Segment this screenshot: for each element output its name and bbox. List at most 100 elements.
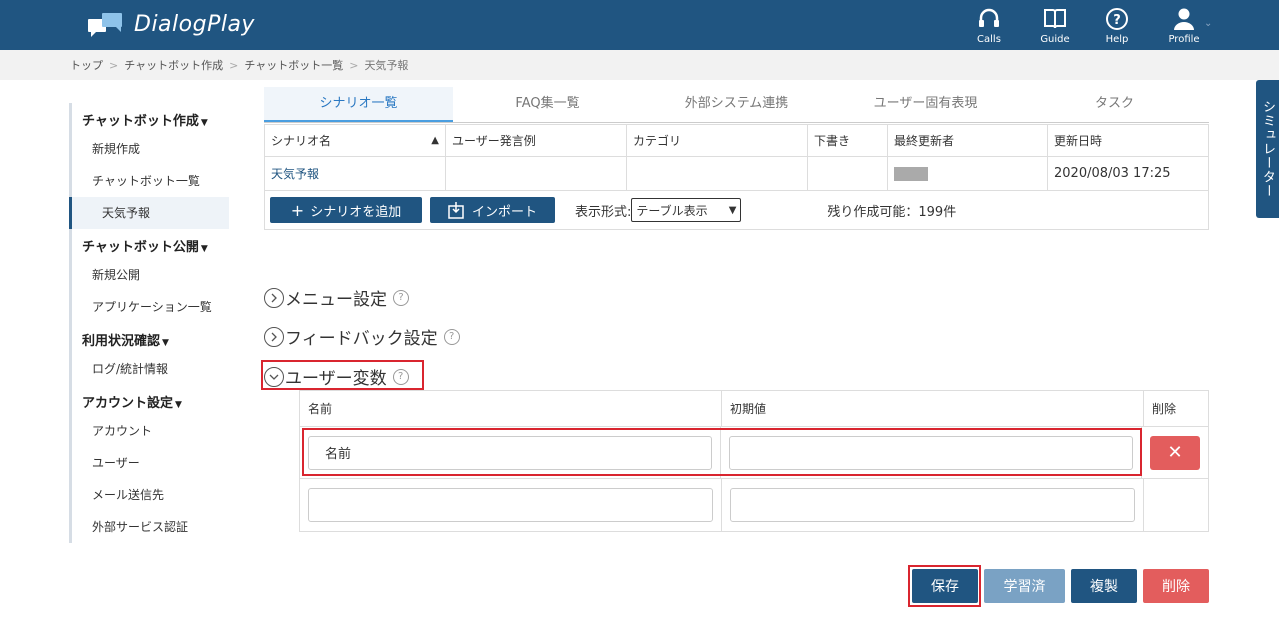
tab-bar: シナリオ一覧 FAQ集一覧 外部システム連携 ユーザー固有表現 タスク xyxy=(264,87,1209,123)
caret-down-icon: ▼ xyxy=(200,244,208,254)
sidebar-item-new[interactable]: 新規作成 xyxy=(72,133,229,165)
chat-bubbles-icon xyxy=(88,13,122,37)
section-feedback-settings[interactable]: フィードバック設定 ? xyxy=(264,324,460,349)
delete-button[interactable]: 削除 xyxy=(1143,569,1209,603)
simulator-tab[interactable]: シミュレーター xyxy=(1256,80,1279,218)
sidebar-item-weather[interactable]: 天気予報 xyxy=(69,197,229,229)
column-header-delete: 削除 xyxy=(1152,402,1177,416)
scenario-name-link[interactable]: 天気予報 xyxy=(271,165,319,182)
app-logo[interactable]: DialogPlay xyxy=(88,11,255,37)
sort-asc-icon: ▲ xyxy=(431,135,439,146)
breadcrumb-separator: > xyxy=(109,58,119,72)
book-icon xyxy=(1044,9,1066,29)
variable-name-input[interactable] xyxy=(308,488,713,522)
redacted-user-block xyxy=(894,166,928,181)
scenario-table: シナリオ名 ▲ ユーザー発言例 カテゴリ 下書き 最終更新者 更新日時 天気予報… xyxy=(264,124,1209,230)
sidebar-item-mail[interactable]: メール送信先 xyxy=(72,479,229,511)
sidebar-item-logs[interactable]: ログ/統計情報 xyxy=(72,353,229,385)
nav-help[interactable]: ? Help xyxy=(1087,6,1147,45)
highlight-box xyxy=(302,428,1142,476)
nav-profile-label: Profile xyxy=(1168,34,1200,45)
chevron-down-icon: ▼ xyxy=(728,204,737,216)
sidebar-item-external-auth[interactable]: 外部サービス認証 xyxy=(72,511,229,543)
section-menu-settings[interactable]: メニュー設定 ? xyxy=(264,285,409,310)
sidebar-item-app-list[interactable]: アプリケーション一覧 xyxy=(72,291,229,323)
sidebar-group-label: チャットボット公開 xyxy=(82,240,199,255)
sidebar-group-chatbot-create[interactable]: チャットボット作成 ▼ xyxy=(72,103,229,133)
sidebar-item-users[interactable]: ユーザー xyxy=(72,447,229,479)
column-header-updated-by[interactable]: 最終更新者 xyxy=(888,125,1048,156)
import-label: インポート xyxy=(471,204,537,220)
add-scenario-button[interactable]: + シナリオを追加 xyxy=(270,197,422,223)
help-icon[interactable]: ? xyxy=(393,289,409,306)
tab-tasks[interactable]: タスク xyxy=(1020,87,1209,122)
section-title: フィードバック設定 xyxy=(285,329,438,349)
display-format-value: テーブル表示 xyxy=(636,203,708,218)
help-icon[interactable]: ? xyxy=(443,328,460,345)
user-icon xyxy=(1174,8,1194,30)
table-header-row: シナリオ名 ▲ ユーザー発言例 カテゴリ 下書き 最終更新者 更新日時 xyxy=(265,125,1208,157)
table-row xyxy=(300,479,1208,531)
table-header-row: 名前 初期値 削除 xyxy=(300,391,1208,427)
import-icon xyxy=(448,202,464,219)
sidebar-group-label: チャットボット作成 xyxy=(82,114,199,129)
column-header-scenario-name[interactable]: シナリオ名 ▲ xyxy=(265,125,446,156)
sidebar: チャットボット作成 ▼ 新規作成 チャットボット一覧 天気予報 チャットボット公開… xyxy=(69,103,229,543)
sidebar-group-chatbot-publish[interactable]: チャットボット公開 ▼ xyxy=(72,229,229,259)
svg-text:?: ? xyxy=(1113,13,1121,28)
nav-guide[interactable]: Guide xyxy=(1025,6,1085,45)
cell-example xyxy=(446,157,627,190)
sidebar-item-new-publish[interactable]: 新規公開 xyxy=(72,259,229,291)
help-circle-icon: ? xyxy=(1106,8,1128,30)
variable-initial-input[interactable] xyxy=(730,488,1135,522)
nav-help-label: Help xyxy=(1105,34,1129,45)
tab-user-entities[interactable]: ユーザー固有表現 xyxy=(831,87,1020,122)
display-format-select[interactable]: テーブル表示 ▼ xyxy=(631,198,742,222)
table-row[interactable]: 天気予報 2020/08/03 17:25 xyxy=(265,157,1208,191)
sidebar-item-account[interactable]: アカウント xyxy=(72,415,229,447)
breadcrumb-current: 天気予報 xyxy=(364,59,409,72)
cell-updated-at: 2020/08/03 17:25 xyxy=(1054,166,1171,181)
breadcrumb-top[interactable]: トップ xyxy=(70,57,103,73)
chevron-right-icon xyxy=(264,326,284,347)
app-name: DialogPlay xyxy=(134,11,255,37)
column-header-updated-at[interactable]: 更新日時 xyxy=(1048,125,1208,156)
remaining-count: 残り作成可能：199件 xyxy=(827,204,957,220)
duplicate-button[interactable]: 複製 xyxy=(1071,569,1137,603)
cell-draft xyxy=(808,157,888,190)
chevron-right-icon xyxy=(264,287,284,308)
sidebar-group-account[interactable]: アカウント設定 ▼ xyxy=(72,385,229,415)
caret-down-icon: ▼ xyxy=(175,400,182,410)
learned-button[interactable]: 学習済 xyxy=(984,569,1065,603)
breadcrumb-separator: > xyxy=(349,58,359,72)
close-icon: ✕ xyxy=(1167,442,1183,463)
breadcrumb-chatbot-create[interactable]: チャットボット作成 xyxy=(124,57,223,73)
nav-calls[interactable]: Calls xyxy=(959,6,1019,45)
empty-cell xyxy=(1144,479,1208,531)
sidebar-group-label: 利用状況確認 xyxy=(82,334,161,349)
column-header-label: シナリオ名 xyxy=(271,134,332,148)
sidebar-item-chatbot-list[interactable]: チャットボット一覧 xyxy=(72,165,229,197)
import-button[interactable]: インポート xyxy=(430,197,555,223)
column-header-example[interactable]: ユーザー発言例 xyxy=(446,125,627,156)
breadcrumb-chatbot-list[interactable]: チャットボット一覧 xyxy=(244,57,343,73)
cell-category xyxy=(627,157,808,190)
tab-external-system[interactable]: 外部システム連携 xyxy=(642,87,831,122)
caret-down-icon: ▼ xyxy=(162,338,169,348)
highlight-box xyxy=(261,360,424,390)
nav-calls-label: Calls xyxy=(977,34,1001,45)
cell-updated-by xyxy=(888,157,1048,190)
sidebar-group-usage[interactable]: 利用状況確認 ▼ xyxy=(72,323,229,353)
delete-variable-button[interactable]: ✕ xyxy=(1150,435,1200,470)
section-title: メニュー設定 xyxy=(285,290,387,310)
headset-icon xyxy=(979,8,999,27)
scenario-table-footer: + シナリオを追加 インポート 表示形式: テーブル表示 ▼ 残り作成可能：19… xyxy=(265,191,1208,229)
tab-faq-list[interactable]: FAQ集一覧 xyxy=(453,87,642,122)
tab-scenario-list[interactable]: シナリオ一覧 xyxy=(264,87,453,122)
column-header-category[interactable]: カテゴリ xyxy=(627,125,808,156)
caret-down-icon: ▼ xyxy=(200,118,208,128)
column-header-initial: 初期値 xyxy=(722,391,1144,426)
highlight-box xyxy=(908,565,981,607)
column-header-draft[interactable]: 下書き xyxy=(808,125,888,156)
chevron-down-icon[interactable]: ⌄ xyxy=(1204,18,1212,29)
